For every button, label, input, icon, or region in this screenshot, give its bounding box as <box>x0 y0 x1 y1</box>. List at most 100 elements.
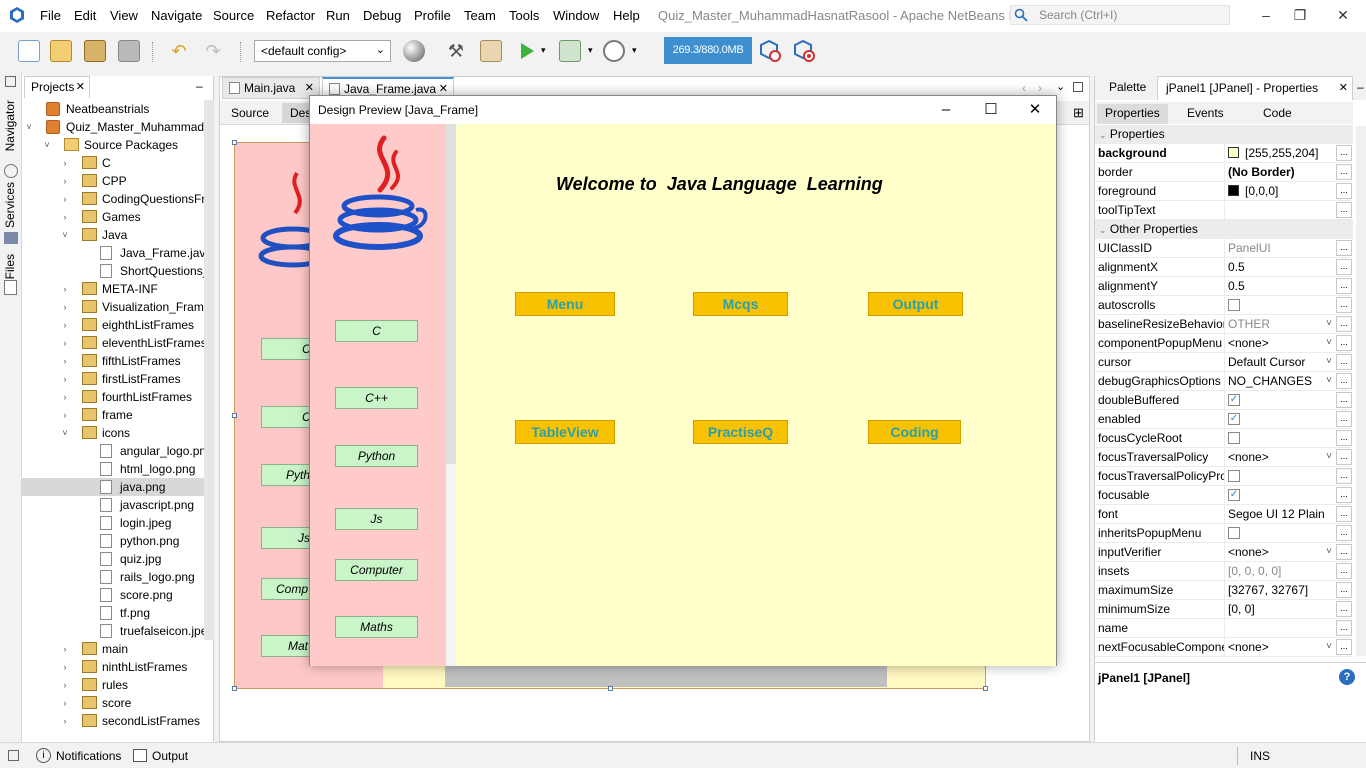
services-tab[interactable]: Services <box>3 182 17 228</box>
chevron-down-icon[interactable]: ˅ <box>60 424 70 442</box>
property-editor-button[interactable]: ... <box>1336 487 1352 503</box>
property-value[interactable]: [32767, 32767] <box>1224 581 1336 600</box>
navigator-tab[interactable]: Navigator <box>3 100 17 151</box>
tree-item[interactable]: python.png <box>22 532 204 550</box>
property-row[interactable]: autoscrolls... <box>1095 296 1353 315</box>
property-row[interactable]: foreground [0,0,0]... <box>1095 182 1353 201</box>
tree-item[interactable]: › eleventhListFrames <box>22 334 204 352</box>
chevron-down-icon[interactable]: ˅ <box>1326 543 1332 561</box>
properties-section-header[interactable]: ⌄ Properties <box>1095 125 1353 144</box>
minimize-panel-icon[interactable]: – <box>196 79 203 93</box>
restore-icon[interactable] <box>5 76 16 87</box>
property-editor-button[interactable]: ... <box>1336 259 1352 275</box>
preview-minimize-button[interactable]: – <box>931 100 961 120</box>
c-button[interactable]: C <box>335 320 418 342</box>
menu-profile[interactable]: Profile <box>414 8 451 23</box>
checkbox-checked[interactable]: ✓ <box>1228 489 1240 501</box>
resize-handle[interactable] <box>232 140 237 145</box>
property-row[interactable]: alignmentY 0.5... <box>1095 277 1353 296</box>
palette-tab[interactable]: Palette <box>1101 76 1154 100</box>
checkbox-checked[interactable]: ✓ <box>1228 413 1240 425</box>
menu-help[interactable]: Help <box>613 8 640 23</box>
tree-item[interactable]: rails_logo.png <box>22 568 204 586</box>
menu-refactor[interactable]: Refactor <box>266 8 315 23</box>
property-value[interactable]: ✓ <box>1224 391 1336 410</box>
scroll-tabs-left-icon[interactable]: ‹ <box>1022 81 1026 95</box>
property-value[interactable]: NO_CHANGES ˅ <box>1224 372 1336 391</box>
chevron-down-icon[interactable]: ˅ <box>1326 315 1332 333</box>
chevron-right-icon[interactable]: › <box>60 406 70 424</box>
property-value[interactable]: PanelUI <box>1224 239 1336 258</box>
config-select[interactable]: <default config> ⌄ <box>254 40 391 62</box>
chevron-right-icon[interactable]: › <box>60 640 70 658</box>
chevron-down-icon[interactable]: ˅ <box>1326 638 1332 656</box>
property-editor-button[interactable]: ... <box>1336 468 1352 484</box>
profile-chevron-icon[interactable]: ▾ <box>632 45 637 56</box>
redo-icon[interactable]: ↷ <box>202 40 224 62</box>
property-row[interactable]: name... <box>1095 619 1353 638</box>
property-editor-button[interactable]: ... <box>1336 202 1352 218</box>
property-row[interactable]: border (No Border)... <box>1095 163 1353 182</box>
chevron-right-icon[interactable]: › <box>60 316 70 334</box>
property-value[interactable]: <none> ˅ <box>1224 638 1336 657</box>
property-row[interactable]: insets [0, 0, 0, 0]... <box>1095 562 1353 581</box>
preview-titlebar[interactable]: Design Preview [Java_Frame] – ☐ ✕ <box>310 96 1056 124</box>
restore-icon[interactable] <box>8 750 19 761</box>
close-icon[interactable]: ✕ <box>1339 81 1348 94</box>
new-project-icon[interactable] <box>50 40 72 62</box>
property-row[interactable]: alignmentX 0.5... <box>1095 258 1353 277</box>
tree-item[interactable]: › main <box>22 640 204 658</box>
tree-item[interactable]: › fourthListFrames <box>22 388 204 406</box>
chevron-down-icon[interactable]: ˅ <box>1326 448 1332 466</box>
chevron-down-icon[interactable]: ˅ <box>42 136 52 154</box>
chevron-right-icon[interactable]: › <box>60 658 70 676</box>
snapshot-icon[interactable] <box>792 39 816 63</box>
run-icon[interactable] <box>518 41 536 61</box>
platform-icon[interactable] <box>403 40 425 62</box>
checkbox-unchecked[interactable] <box>1228 470 1240 482</box>
tab-main-java[interactable]: Main.java ✕ <box>222 77 320 99</box>
chevron-right-icon[interactable]: › <box>60 280 70 298</box>
tree-item[interactable]: ˅ icons <box>22 424 204 442</box>
clean-build-icon[interactable] <box>480 40 502 62</box>
property-editor-button[interactable]: ... <box>1336 316 1352 332</box>
property-row[interactable]: componentPopupMenu <none> ˅... <box>1095 334 1353 353</box>
profile-icon[interactable] <box>603 40 625 62</box>
property-editor-button[interactable]: ... <box>1336 639 1352 655</box>
tree-item[interactable]: Java_Frame.java <box>22 244 204 262</box>
output-button[interactable]: Output <box>152 749 188 763</box>
minimize-panel-icon[interactable]: – <box>1357 80 1364 94</box>
resize-handle[interactable] <box>983 686 988 691</box>
property-value[interactable]: [0,0,0] <box>1224 182 1336 201</box>
maximize-editor-icon[interactable] <box>1073 82 1083 92</box>
chevron-right-icon[interactable]: › <box>60 712 70 730</box>
menu-team[interactable]: Team <box>464 8 496 23</box>
tree-item[interactable]: angular_logo.png <box>22 442 204 460</box>
debug-chevron-icon[interactable]: ▾ <box>588 45 593 56</box>
property-value[interactable]: Segoe UI 12 Plain <box>1224 505 1336 524</box>
property-editor-button[interactable]: ... <box>1336 335 1352 351</box>
menu-debug[interactable]: Debug <box>363 8 401 23</box>
property-row[interactable]: background [255,255,204]... <box>1095 144 1353 163</box>
property-editor-button[interactable]: ... <box>1336 430 1352 446</box>
tree-scrollbar[interactable] <box>204 100 214 640</box>
chevron-down-icon[interactable]: ˅ <box>1326 334 1332 352</box>
property-value[interactable] <box>1224 429 1336 448</box>
undo-icon[interactable]: ↶ <box>168 40 190 62</box>
properties-subtab[interactable]: Properties <box>1097 104 1168 124</box>
chevron-right-icon[interactable]: › <box>60 388 70 406</box>
tree-item[interactable]: › frame <box>22 406 204 424</box>
tree-item[interactable]: › firstListFrames <box>22 370 204 388</box>
chevron-down-icon[interactable]: ˅ <box>1326 353 1332 371</box>
minimize-window-button[interactable]: – <box>1251 4 1281 26</box>
property-value[interactable] <box>1224 296 1336 315</box>
property-row[interactable]: toolTipText... <box>1095 201 1353 220</box>
menu-tools[interactable]: Tools <box>509 8 539 23</box>
events-subtab[interactable]: Events <box>1179 104 1232 124</box>
property-editor-button[interactable]: ... <box>1336 525 1352 541</box>
property-row[interactable]: font Segoe UI 12 Plain... <box>1095 505 1353 524</box>
resize-handle[interactable] <box>232 413 237 418</box>
open-project-icon[interactable] <box>84 40 106 62</box>
resize-handle[interactable] <box>608 686 613 691</box>
maths-button[interactable]: Maths <box>335 616 418 638</box>
